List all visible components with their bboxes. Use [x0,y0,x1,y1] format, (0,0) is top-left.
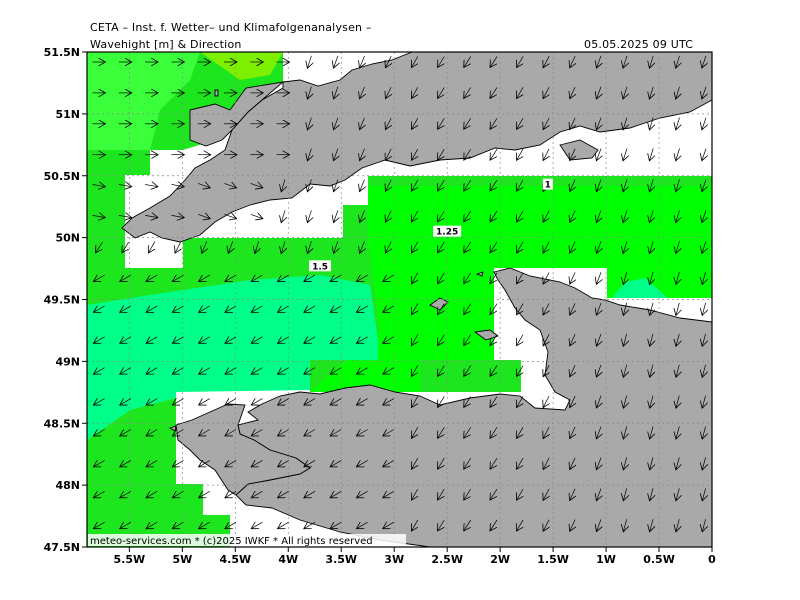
lon-tick-label: 0 [708,553,716,566]
lon-tick-label: 5W [172,553,192,566]
lon-tick-label: 1W [596,553,616,566]
credit-text: meteo-services.com * (c)2025 IWKF * All … [90,536,373,547]
lat-tick-label: 47.5N [44,541,80,554]
lat-tick-label: 51N [55,108,80,121]
contour-label: 1.5 [312,262,328,272]
lat-tick-label: 48.5N [44,417,80,430]
lon-tick-label: 5.5W [114,553,146,566]
lon-tick-label: 1.5W [537,553,569,566]
contour-label: 1.25 [436,228,458,238]
lat-tick-label: 49.5N [44,294,80,307]
lon-tick-label: 4.5W [219,553,251,566]
lon-tick-label: 2.5W [431,553,463,566]
lat-tick-label: 49N [55,355,80,368]
lon-tick-label: 2W [490,553,510,566]
lon-tick-label: 3.5W [325,553,357,566]
lat-tick-label: 50N [55,232,80,245]
lon-tick-label: 4W [278,553,298,566]
longitude-axis: 5.5W 5W 4.5W 4W 3.5W 3W 2.5W 2W 1.5W 1W 0.5W 0 [114,547,716,566]
lat-tick-label: 50.5N [44,170,80,183]
lon-tick-label: 3W [384,553,404,566]
latitude-axis: 51.5N 51N 50.5N 50N 49.5N 49N 48.5N 48N 47.5N [44,46,87,554]
land-lundy [214,89,219,97]
contour-label: 1 [545,181,551,191]
lon-tick-label: 0.5W [643,553,675,566]
lat-tick-label: 51.5N [44,46,80,59]
lat-tick-label: 48N [55,479,80,492]
wave-map: 1 1.25 1.5 meteo-services.com * (c)2025 IW… [44,46,717,566]
